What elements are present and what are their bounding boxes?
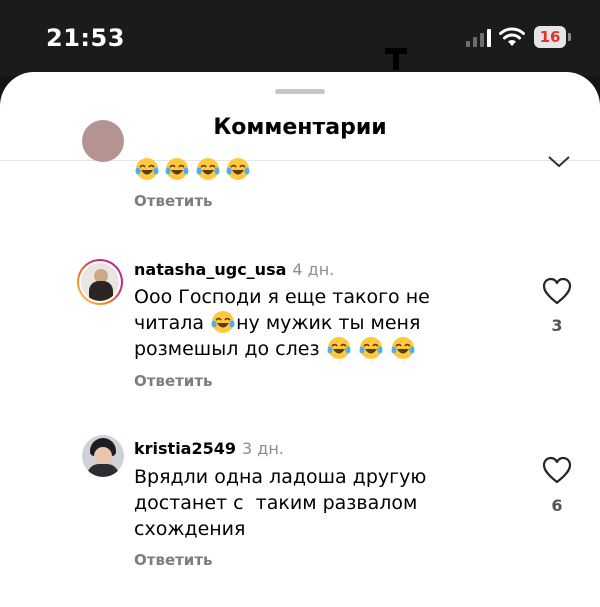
comment-text: Ооо Господи я еще такого не читала ну му… [134, 284, 464, 362]
laughing-tears-emoji [165, 158, 189, 180]
reply-button[interactable]: Ответить [134, 551, 213, 569]
background-object [385, 48, 407, 70]
avatar [81, 263, 119, 301]
avatar[interactable] [82, 120, 124, 162]
comment-text: Врядли одна ладоша другую достанет с так… [134, 464, 464, 542]
laughing-tears-emoji [135, 158, 159, 180]
heart-outline-icon[interactable] [542, 456, 572, 484]
username-text[interactable]: natasha_ugc_usa [134, 260, 286, 279]
laughing-tears-emoji [226, 158, 250, 180]
comment-line: Врядли одна ладоша другую [134, 466, 427, 488]
wifi-icon [499, 27, 525, 46]
like-count: 6 [551, 496, 563, 515]
battery-icon: 16 [534, 26, 572, 48]
comment-line: достанет с таким развалом [134, 492, 418, 514]
comment-username[interactable]: kristia2549 3 дн. [134, 439, 284, 458]
username-text[interactable]: kristia2549 [134, 439, 236, 458]
comment-line: розмешыл до слез [134, 336, 464, 362]
comment-line: читала ну мужик ты меня [134, 310, 464, 336]
comment-username[interactable]: natasha_ugc_usa 4 дн. [134, 260, 334, 279]
sheet-grab-handle[interactable] [275, 89, 325, 94]
comment-text-part: ну мужик ты меня [236, 312, 421, 334]
laughing-tears-emoji [327, 337, 351, 359]
status-time: 21:53 [46, 24, 125, 52]
status-bar: 21:53 16 [0, 0, 600, 76]
comment-text-part: читала [134, 312, 205, 334]
sheet-divider [0, 160, 600, 161]
laughing-tears-emoji [359, 337, 383, 359]
avatar[interactable] [82, 435, 124, 477]
laughing-tears-emoji [211, 311, 235, 333]
comment-text-emojis [134, 157, 251, 181]
comment-text-part: розмешыл до слез [134, 338, 320, 360]
comment-time: 3 дн. [242, 439, 284, 458]
battery-level: 16 [534, 26, 566, 48]
comment-time: 4 дн. [292, 260, 335, 279]
avatar-story-ring[interactable] [77, 259, 123, 305]
comments-sheet[interactable]: Комментарии Ответить natasha_ugc_usa 4 дн… [0, 72, 600, 607]
like-count: 3 [551, 316, 563, 335]
comment-line: схождения [134, 518, 246, 540]
heart-outline-icon[interactable] [542, 277, 572, 305]
laughing-tears-emoji [391, 337, 415, 359]
comment-line: Ооо Господи я еще такого не [134, 286, 430, 308]
cellular-signal-icon [466, 29, 491, 47]
heart-outline-icon[interactable] [548, 156, 570, 168]
battery-cap [568, 33, 571, 41]
laughing-tears-emoji [196, 158, 220, 180]
reply-button[interactable]: Ответить [134, 192, 213, 210]
reply-button[interactable]: Ответить [134, 372, 213, 390]
